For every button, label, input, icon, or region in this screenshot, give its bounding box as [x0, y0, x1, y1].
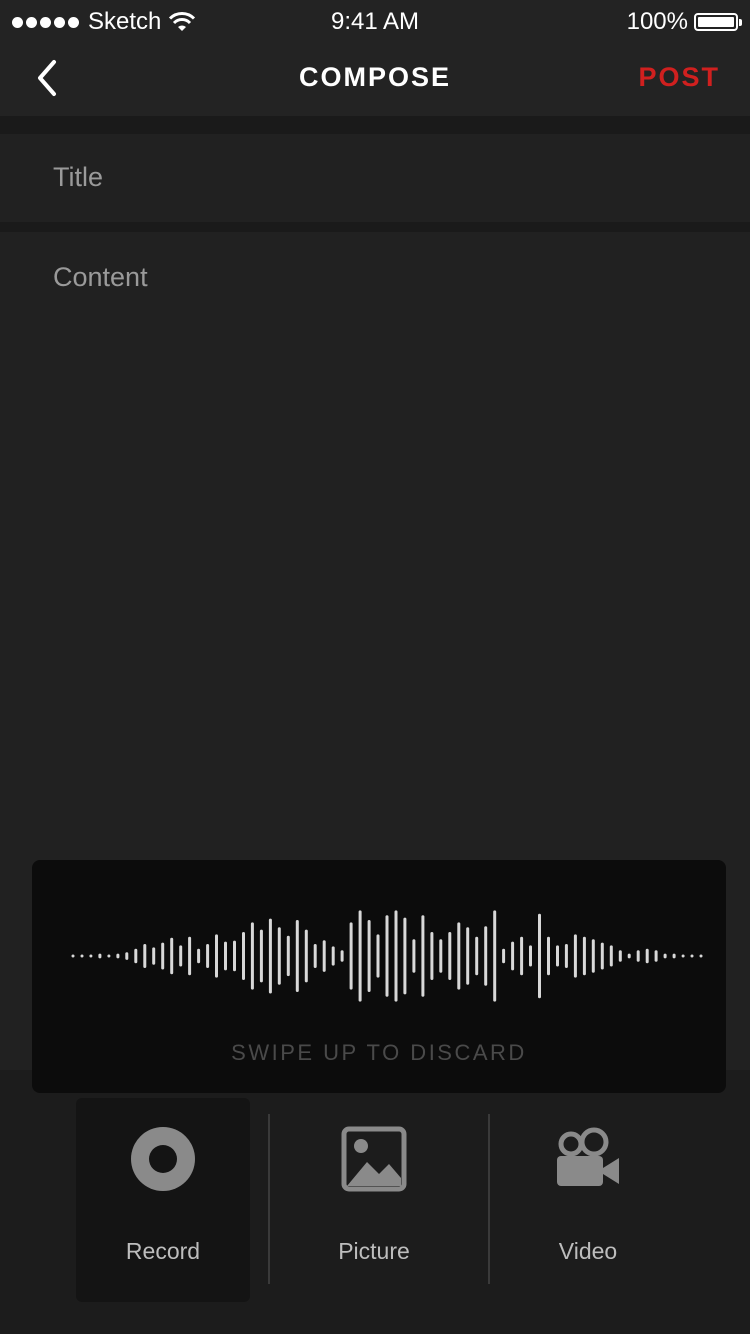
waveform-bar [322, 940, 326, 972]
waveform-bar [376, 934, 380, 978]
waveform-bar [582, 936, 586, 976]
waveform-bar [609, 945, 613, 967]
battery-fill [698, 17, 734, 27]
title-input[interactable]: Title [0, 134, 750, 222]
waveform-bar [421, 915, 425, 997]
toolbar-divider [488, 1114, 490, 1284]
waveform-bar [107, 954, 111, 958]
waveform-bar [331, 946, 335, 966]
waveform-bar [564, 944, 568, 968]
field-divider [0, 222, 750, 232]
waveform-bar [304, 929, 308, 983]
waveform-bar [484, 926, 488, 986]
waveform-bar [618, 950, 622, 962]
picture-label: Picture [338, 1238, 410, 1264]
waveform-bar [520, 936, 524, 976]
waveform-bar [529, 945, 532, 967]
waveform-bar [179, 945, 183, 967]
video-camera-icon [557, 1127, 619, 1186]
waveform-bar [116, 953, 120, 959]
waveform-bar [215, 934, 218, 978]
waveform-bar [412, 939, 416, 973]
waveform-bar [268, 918, 272, 994]
waveform-bar [80, 954, 84, 958]
record-icon [131, 1127, 195, 1191]
waveform-bar [403, 917, 407, 995]
waveform-bar [233, 940, 236, 972]
toolbar-divider [268, 1114, 270, 1284]
waveform-bar [277, 927, 281, 985]
record-button[interactable]: Record [76, 1098, 250, 1302]
waveform-bar [690, 954, 694, 958]
waveform-bar [430, 932, 434, 980]
waveform-bar [358, 910, 362, 1002]
record-label: Record [125, 1238, 201, 1264]
battery-icon [694, 13, 742, 31]
navigation-bar: COMPOSE POST [0, 44, 750, 116]
waveform-bar [457, 922, 461, 990]
content-placeholder: Content [53, 262, 148, 292]
waveform-bar [143, 944, 147, 968]
waveform-bar [699, 954, 703, 958]
waveform-bar [502, 948, 506, 964]
waveform-bar [286, 935, 290, 977]
waveform-bar [313, 944, 317, 968]
waveform-bar [645, 948, 649, 964]
waveform-bar [591, 939, 595, 973]
waveform-bar [367, 920, 371, 992]
waveform-bar [654, 950, 658, 962]
waveform-bar [466, 927, 470, 985]
waveform-bar [547, 936, 550, 976]
waveform-bar [600, 942, 604, 970]
section-divider [0, 116, 750, 134]
post-button[interactable]: POST [638, 62, 720, 93]
waveform-bar [556, 945, 559, 967]
waveform-bar [573, 934, 577, 978]
waveform-bar [188, 936, 192, 976]
waveform-bar [224, 941, 227, 971]
waveform-bar [349, 922, 353, 990]
waveform-bar [681, 954, 685, 958]
audio-waveform [71, 910, 703, 1002]
waveform-bar [672, 953, 676, 959]
status-right: 100% [626, 8, 742, 36]
waveform-bar [206, 944, 210, 968]
waveform-bar [250, 922, 254, 990]
waveform-bar [511, 941, 515, 971]
battery-percent: 100% [626, 8, 688, 35]
waveform-bar [538, 913, 541, 999]
battery-cap [739, 19, 742, 26]
waveform-bar [259, 929, 263, 983]
waveform-bar [170, 937, 174, 975]
swipe-hint: SWIPE UP TO DISCARD [231, 1040, 527, 1065]
waveform-bar [340, 950, 344, 962]
waveform-bar [385, 915, 389, 997]
recording-panel[interactable]: SWIPE UP TO DISCARD [32, 860, 726, 1093]
waveform-bar [295, 920, 299, 992]
status-bar: Sketch 9:41 AM 100% [0, 0, 750, 44]
waveform-bar [663, 953, 667, 959]
waveform-bar [89, 954, 93, 958]
waveform-bar [394, 910, 398, 1002]
waveform-bar [627, 953, 631, 959]
waveform-bar [161, 942, 165, 970]
waveform-bar [98, 953, 102, 959]
video-label: Video [558, 1238, 618, 1264]
waveform-bar [152, 947, 156, 965]
waveform-bar [71, 954, 75, 958]
title-placeholder: Title [53, 162, 104, 192]
waveform-bar [242, 932, 245, 980]
waveform-bar [125, 952, 129, 960]
waveform-bar [448, 932, 452, 980]
waveform-bar [636, 950, 640, 962]
waveform-bar [439, 939, 443, 973]
waveform-bar [493, 910, 497, 1002]
picture-icon [341, 1126, 407, 1192]
waveform-bar [197, 948, 201, 964]
waveform-bar [134, 948, 138, 964]
waveform-bar [475, 936, 479, 976]
media-toolbar: Record Picture Video [0, 1070, 750, 1334]
video-button[interactable]: Video [500, 1098, 676, 1302]
picture-button[interactable]: Picture [278, 1098, 470, 1302]
